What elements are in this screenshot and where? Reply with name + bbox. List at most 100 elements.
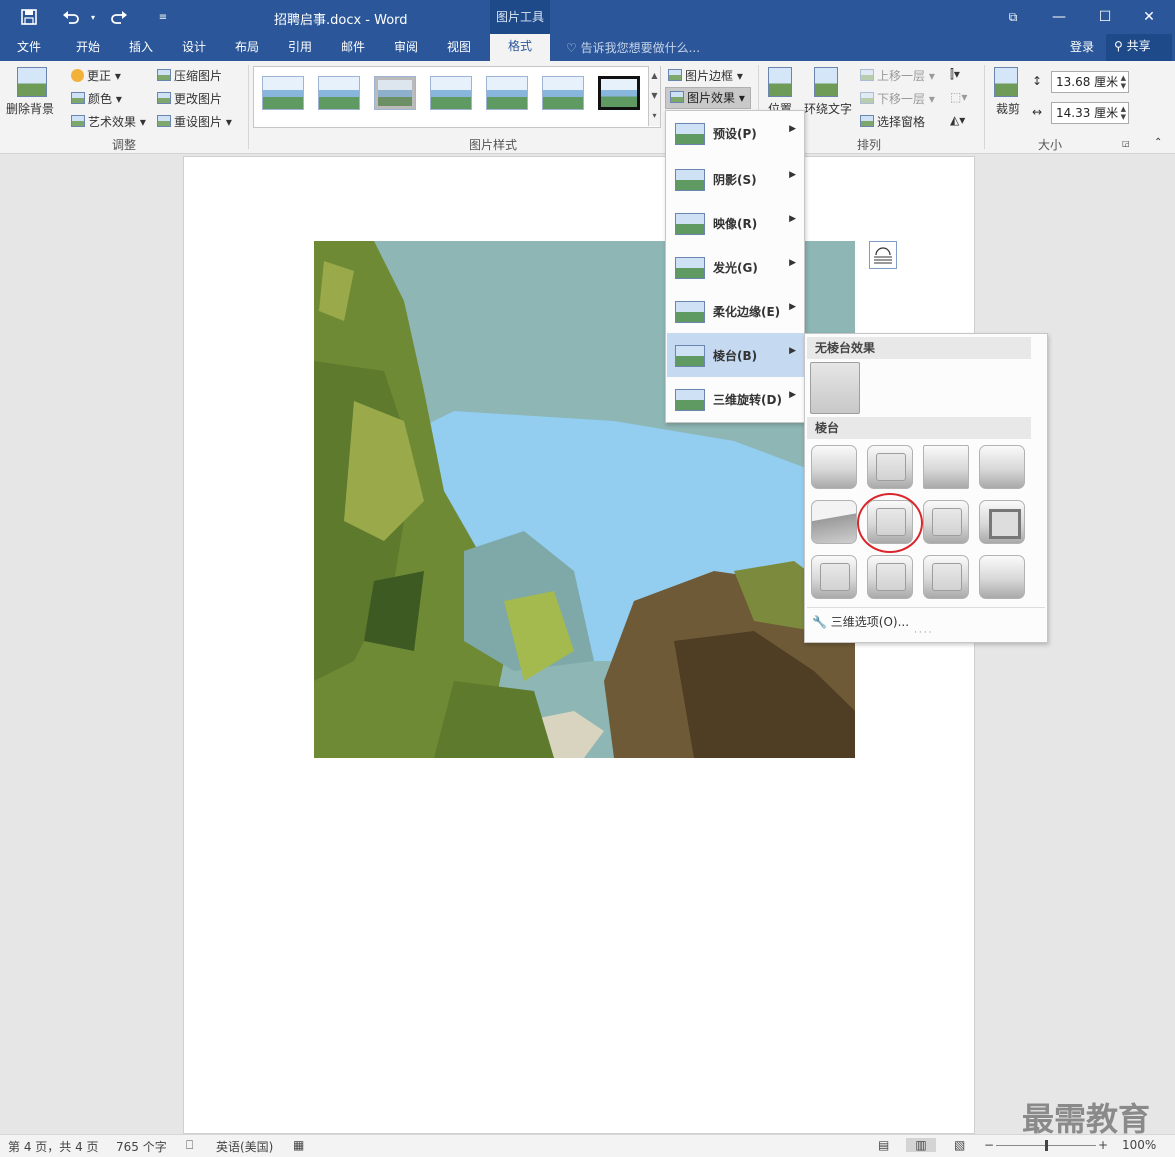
wrap-text-button[interactable]: 环绕文字: [804, 100, 852, 117]
picture-style-1[interactable]: [262, 76, 304, 110]
close-icon[interactable]: ✕: [1126, 0, 1172, 34]
change-picture-button[interactable]: 更改图片: [157, 90, 222, 107]
wrap-text-icon[interactable]: [814, 67, 838, 97]
tab-file[interactable]: 文件: [17, 38, 41, 55]
web-layout-icon[interactable]: ▧: [954, 1138, 965, 1152]
width-spin-icon[interactable]: ▲ ▼: [1121, 105, 1126, 121]
collapse-ribbon-icon[interactable]: ⌃: [1154, 137, 1162, 148]
align-icon[interactable]: ⫿▾: [950, 67, 960, 82]
compress-pictures-button[interactable]: 压缩图片: [157, 67, 222, 84]
selection-pane-button[interactable]: 选择窗格: [860, 113, 925, 130]
tell-me-search[interactable]: ♡ 告诉我您想要做什么...: [566, 39, 700, 56]
menu-item-reflection[interactable]: 映像(R) ▶: [667, 201, 804, 245]
bevel-none-option[interactable]: [810, 362, 860, 414]
3d-options-icon: 🔧: [812, 615, 827, 629]
language[interactable]: 英语(美国): [216, 1138, 273, 1155]
save-icon[interactable]: [18, 6, 40, 28]
bevel-circle[interactable]: [811, 445, 857, 489]
rotate-icon[interactable]: ◭▾: [950, 113, 965, 127]
size-dialog-launcher-icon[interactable]: ◲: [1122, 139, 1130, 148]
bevel-art-deco[interactable]: [979, 555, 1025, 599]
tab-format[interactable]: 格式: [490, 34, 550, 61]
tab-view[interactable]: 视图: [447, 38, 471, 55]
redo-icon[interactable]: [108, 6, 130, 28]
picture-border-button[interactable]: 图片边框 ▾: [668, 67, 743, 84]
zoom-level[interactable]: 100%: [1122, 1138, 1156, 1152]
bevel-divot[interactable]: [811, 555, 857, 599]
gallery-more-icon[interactable]: ▾: [648, 106, 660, 126]
menu-item-glow[interactable]: 发光(G) ▶: [667, 245, 804, 289]
picture-style-6[interactable]: [542, 76, 584, 110]
macro-icon[interactable]: ▦: [293, 1138, 304, 1152]
resize-handle-icon[interactable]: ····: [914, 628, 933, 638]
menu-item-shadow[interactable]: 阴影(S) ▶: [667, 157, 804, 201]
word-count[interactable]: 765 个字: [116, 1138, 167, 1155]
read-mode-icon[interactable]: ▤: [878, 1138, 889, 1152]
tab-home[interactable]: 开始: [76, 38, 100, 55]
picture-style-2[interactable]: [318, 76, 360, 110]
login-link[interactable]: 登录: [1070, 38, 1094, 55]
share-button[interactable]: ⚲ 共享: [1106, 34, 1172, 61]
corrections-button[interactable]: 更正 ▾: [71, 67, 121, 84]
undo-icon[interactable]: [60, 6, 82, 28]
tab-mailings[interactable]: 邮件: [341, 38, 365, 55]
reset-picture-button[interactable]: 重设图片 ▾: [157, 113, 232, 130]
height-spin-icon[interactable]: ▲ ▼: [1121, 74, 1126, 90]
send-backward-button[interactable]: 下移一层 ▾: [860, 90, 935, 107]
tab-design[interactable]: 设计: [182, 38, 206, 55]
height-input[interactable]: 13.68 厘米 ▲ ▼: [1051, 71, 1129, 93]
3d-options-button[interactable]: 🔧 三维选项(O)...: [812, 613, 909, 630]
gallery-scroll-down-icon[interactable]: ▼: [648, 86, 660, 106]
bevel-cool-slant[interactable]: [979, 445, 1025, 489]
maximize-icon[interactable]: ☐: [1082, 0, 1128, 34]
crop-icon[interactable]: [994, 67, 1018, 97]
color-icon: [71, 92, 85, 104]
zoom-slider-thumb[interactable]: [1045, 1140, 1048, 1151]
bevel-riblet[interactable]: [867, 555, 913, 599]
3d-rotation-icon: [675, 389, 705, 411]
bevel-angle[interactable]: [811, 500, 857, 544]
picture-style-7[interactable]: [598, 76, 640, 110]
remove-background-button[interactable]: 删除背景: [6, 100, 54, 117]
gallery-scroll-up-icon[interactable]: ▲: [648, 66, 660, 86]
minimize-icon[interactable]: —: [1036, 0, 1082, 34]
menu-item-3d-rotation[interactable]: 三维旋转(D) ▶: [667, 377, 804, 421]
zoom-in-icon[interactable]: +: [1098, 1138, 1108, 1152]
tab-insert[interactable]: 插入: [129, 38, 153, 55]
tab-layout[interactable]: 布局: [235, 38, 259, 55]
bevel-hard-edge[interactable]: [923, 555, 969, 599]
group-icon[interactable]: ⬚▾: [950, 90, 967, 104]
artistic-effects-button[interactable]: 艺术效果 ▾: [71, 113, 146, 130]
picture-effects-button[interactable]: 图片效果 ▾: [665, 87, 751, 109]
bevel-relaxed-inset[interactable]: [867, 445, 913, 489]
customize-quick-access-icon[interactable]: ≡: [152, 6, 174, 28]
no-bevel-header: 无棱台效果: [807, 337, 1031, 359]
picture-style-4[interactable]: [430, 76, 472, 110]
undo-dropdown-icon[interactable]: ▾: [82, 6, 104, 28]
zoom-slider[interactable]: [996, 1140, 1096, 1151]
bevel-slope[interactable]: [979, 500, 1025, 544]
page-count[interactable]: 第 4 页，共 4 页: [8, 1138, 99, 1155]
color-button[interactable]: 颜色 ▾: [71, 90, 122, 107]
menu-item-soft-edges[interactable]: 柔化边缘(E) ▶: [667, 289, 804, 333]
bring-forward-button[interactable]: 上移一层 ▾: [860, 67, 935, 84]
picture-style-5[interactable]: [486, 76, 528, 110]
width-input[interactable]: 14.33 厘米 ▲ ▼: [1051, 102, 1129, 124]
menu-item-bevel[interactable]: 棱台(B) ▶: [667, 333, 804, 377]
zoom-out-icon[interactable]: −: [984, 1138, 994, 1152]
crop-button[interactable]: 裁剪: [996, 100, 1020, 117]
ribbon-display-options-icon[interactable]: ⧉: [990, 0, 1036, 34]
bevel-cross[interactable]: [923, 445, 969, 489]
bevel-convex[interactable]: [923, 500, 969, 544]
tab-review[interactable]: 审阅: [394, 38, 418, 55]
print-layout-icon[interactable]: ▥: [906, 1138, 936, 1152]
position-icon[interactable]: [768, 67, 792, 97]
remove-background-icon[interactable]: [17, 67, 47, 97]
proofing-icon[interactable]: ⎕: [186, 1138, 193, 1153]
picture-style-3[interactable]: [374, 76, 416, 110]
tab-references[interactable]: 引用: [288, 38, 312, 55]
separator: [984, 65, 985, 149]
picture-border-icon: [668, 69, 682, 81]
menu-item-preset[interactable]: 预设(P) ▶: [667, 111, 804, 155]
layout-options-button[interactable]: [869, 241, 897, 269]
